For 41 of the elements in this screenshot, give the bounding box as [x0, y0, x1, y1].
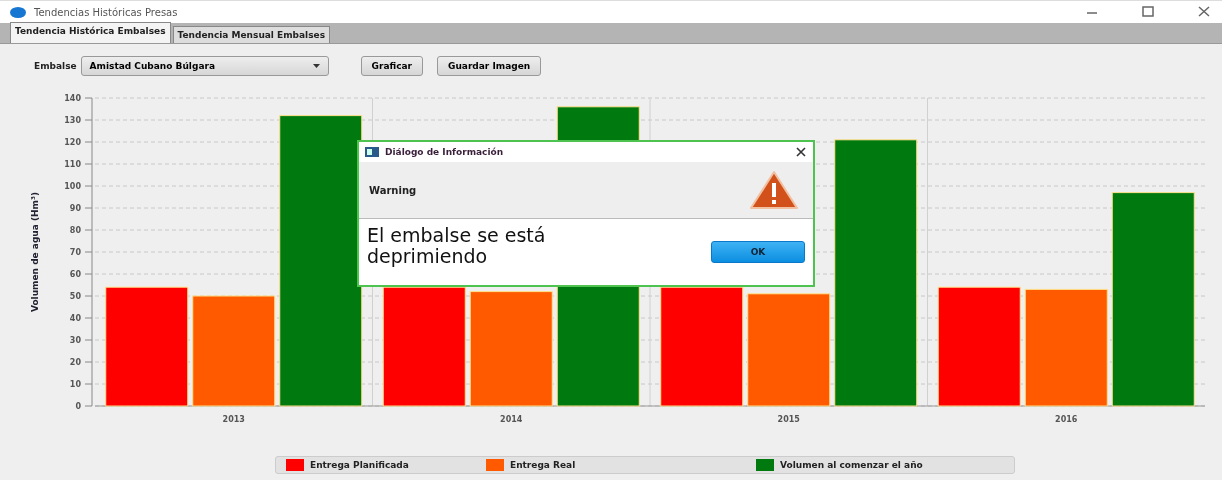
- field-label: Embalse: [34, 61, 77, 71]
- axis-title: Volumen de agua (Hm³): [30, 191, 40, 313]
- axis-tick-label: 80: [69, 226, 81, 235]
- axis-tick-label: 10: [69, 380, 81, 389]
- tab[interactable]: Tendencia Mensual Embalses: [172, 26, 331, 43]
- axis-tick-label: 0: [75, 402, 81, 411]
- warning-icon: [749, 170, 799, 210]
- dialog-header: Warning: [369, 184, 418, 196]
- axis-tick-label: 100: [64, 182, 81, 191]
- axis-tick-label: 2016: [1055, 415, 1078, 424]
- tab[interactable]: Tendencia Histórica Embalses: [10, 22, 171, 43]
- axis-tick-label: 70: [69, 248, 81, 257]
- axis-tick-label: 60: [69, 270, 81, 279]
- close-icon[interactable]: [795, 146, 807, 158]
- axis-tick-label: 50: [69, 292, 81, 301]
- legend-label: Entrega Real: [510, 460, 576, 470]
- axis-tick-label: 30: [69, 336, 81, 345]
- axis-tick-label: 120: [64, 138, 81, 147]
- dialog-title: Diálogo de Información: [385, 147, 505, 157]
- axis-tick-label: 110: [64, 160, 81, 169]
- axis-tick-label: 90: [69, 204, 81, 213]
- reservoir-dropdown[interactable]: Amistad Cubano Búlgara: [80, 56, 329, 76]
- axis-tick-label: 2014: [500, 415, 523, 424]
- maximize-icon[interactable]: [1140, 4, 1156, 20]
- ok-button[interactable]: OK: [711, 241, 805, 263]
- toolbar-button[interactable]: Guardar Imagen: [437, 56, 542, 76]
- axis-tick-label: 140: [64, 94, 81, 103]
- axis-tick-label: 130: [64, 116, 81, 125]
- legend-label: Volumen al comenzar el año: [780, 460, 923, 470]
- axis-tick-label: 20: [69, 358, 81, 367]
- dialog-message: El embalse se está deprimiendo: [367, 225, 547, 267]
- axis-tick-label: 40: [69, 314, 81, 323]
- toolbar-button[interactable]: Graficar: [360, 56, 423, 76]
- axis-tick-label: 2013: [222, 415, 245, 424]
- app-icon: [10, 6, 26, 18]
- legend-label: Entrega Planificada: [310, 460, 409, 470]
- caret-icon: [312, 64, 320, 68]
- axis-tick-label: 2015: [777, 415, 800, 424]
- close-icon[interactable]: [1196, 4, 1212, 20]
- window-title: Tendencias Históricas Presas: [34, 6, 178, 18]
- window-icon: [365, 147, 379, 157]
